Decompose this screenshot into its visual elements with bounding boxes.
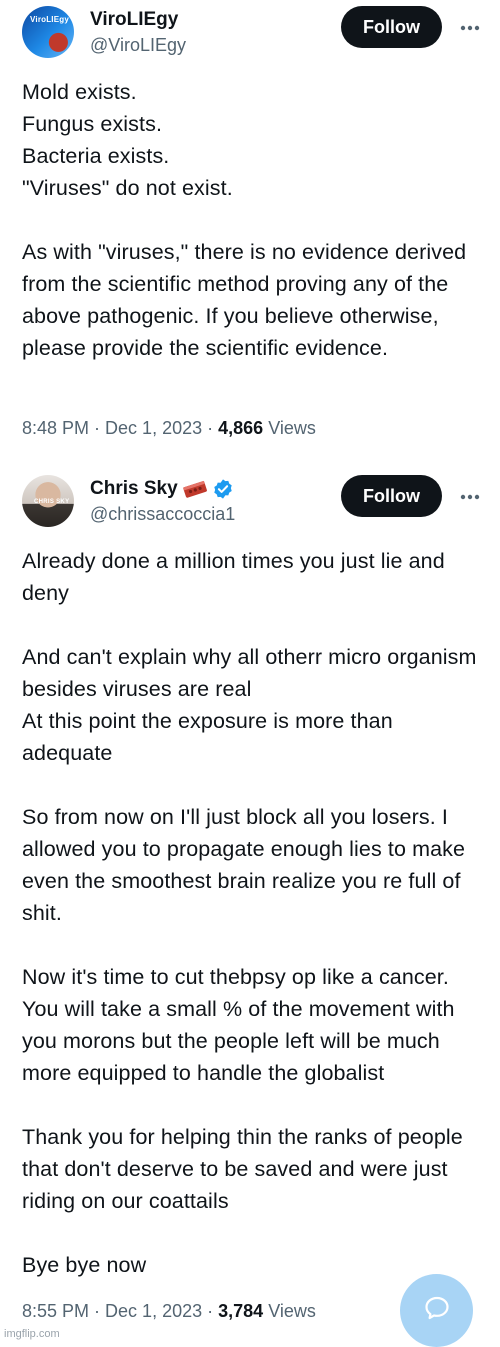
tweet-time[interactable]: 8:48 PM (22, 418, 89, 439)
follow-button[interactable]: Follow (341, 6, 442, 48)
author-names: Chris Sky @chrissaccoccia1 (90, 477, 235, 525)
separator: · (202, 1301, 219, 1321)
separator: · (89, 418, 106, 438)
display-name-text: Chris Sky (90, 478, 178, 499)
tweet-metadata: 8:55 PM · Dec 1, 2023 · 3,784 Views (22, 1301, 316, 1322)
verified-icon[interactable] (212, 478, 234, 500)
reply-fab-button[interactable] (400, 1274, 473, 1347)
display-name[interactable]: ViroLIEgy (90, 8, 186, 32)
tweet-header: CHRIS SKY Chris Sky @chrissaccoccia1 Fol… (22, 475, 480, 531)
avatar[interactable]: CHRIS SKY (22, 475, 74, 527)
tweet-2: CHRIS SKY Chris Sky @chrissaccoccia1 Fol… (0, 455, 500, 1347)
brick-icon (182, 480, 208, 498)
avatar-text: CHRIS SKY (34, 499, 70, 505)
user-handle[interactable]: @ViroLIEgy (90, 35, 186, 56)
display-name[interactable]: Chris Sky (90, 477, 235, 501)
separator: · (202, 418, 219, 438)
views-count: 3,784 (218, 1301, 264, 1321)
views-count: 4,866 (218, 418, 264, 438)
author-names: ViroLIEgy @ViroLIEgy (90, 8, 186, 56)
user-handle[interactable]: @chrissaccoccia1 (90, 504, 235, 525)
chat-bubble-icon (422, 1293, 452, 1328)
views-label: Views (268, 418, 316, 438)
more-options-icon[interactable] (460, 487, 480, 507)
tweet-text: Already done a million times you just li… (22, 549, 477, 1277)
avatar[interactable]: ViroLIEgy (22, 6, 74, 58)
display-name-text: ViroLIEgy (90, 9, 179, 30)
tweet-metadata: 8:48 PM · Dec 1, 2023 · 4,866 Views (22, 418, 316, 439)
tweet-1: ViroLIEgy ViroLIEgy @ViroLIEgy Follow Mo… (0, 0, 500, 455)
more-options-icon[interactable] (460, 18, 480, 38)
follow-button[interactable]: Follow (341, 475, 442, 517)
separator: · (89, 1301, 106, 1321)
avatar-text: ViroLIEgy (30, 15, 69, 24)
tweet-date[interactable]: Dec 1, 2023 (105, 418, 202, 439)
watermark: imgflip.com (4, 1328, 60, 1340)
tweet-text: Mold exists. Fungus exists. Bacteria exi… (22, 80, 467, 360)
tweet-time[interactable]: 8:55 PM (22, 1301, 89, 1322)
views-label: Views (268, 1301, 316, 1321)
tweet-header: ViroLIEgy ViroLIEgy @ViroLIEgy Follow (22, 6, 480, 62)
tweet-date[interactable]: Dec 1, 2023 (105, 1301, 202, 1322)
